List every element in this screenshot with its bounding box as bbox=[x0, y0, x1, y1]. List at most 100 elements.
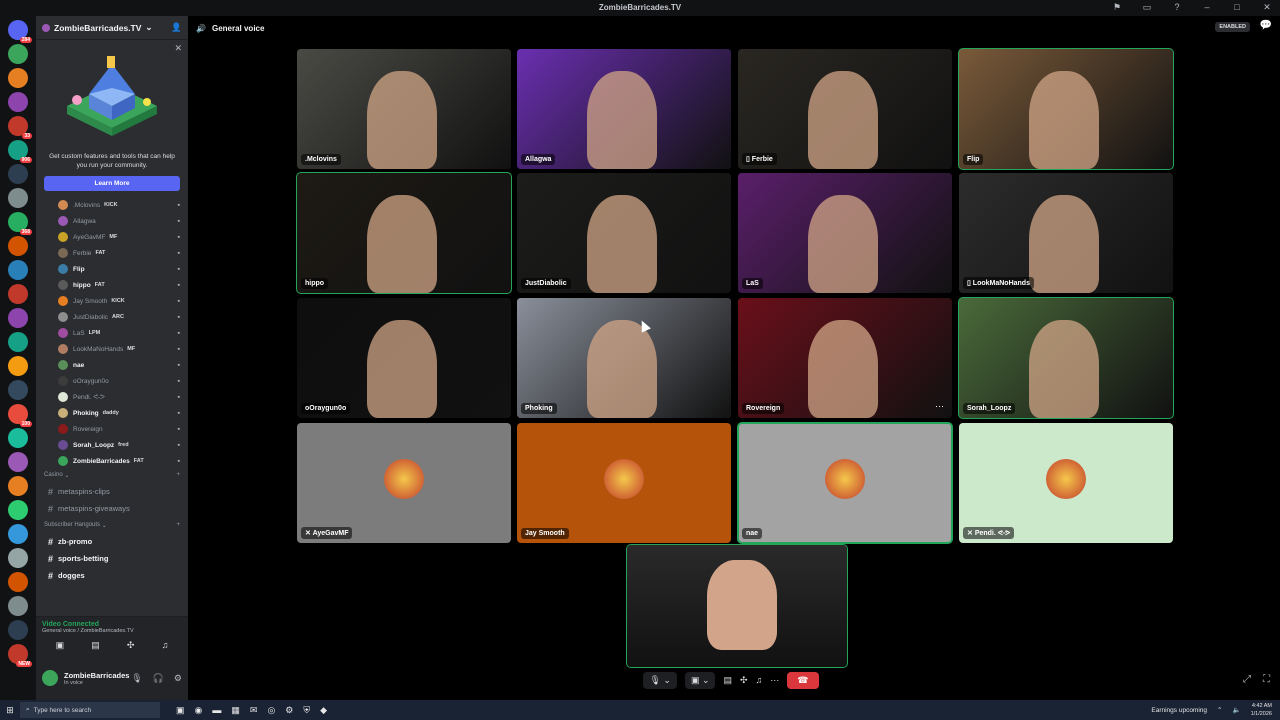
text-channel[interactable]: # metaspins-giveaways bbox=[36, 500, 188, 517]
voice-member[interactable]: Flip ▪ bbox=[36, 261, 188, 277]
add-channel-icon[interactable]: + bbox=[176, 522, 180, 528]
weather-label[interactable]: Earnings upcoming bbox=[1151, 707, 1207, 714]
server-icon[interactable] bbox=[8, 476, 28, 496]
server-icon[interactable] bbox=[8, 44, 28, 64]
close-icon[interactable]: ✕ bbox=[174, 43, 182, 54]
disconnect-button[interactable]: ☎ bbox=[787, 671, 819, 689]
text-channel[interactable]: # zb-promo bbox=[36, 533, 188, 550]
voice-member[interactable]: Allagwa ▪ bbox=[36, 213, 188, 229]
chevron-up-icon[interactable]: ⌃ bbox=[1217, 706, 1222, 714]
server-icon[interactable] bbox=[8, 548, 28, 568]
participant-tile[interactable]: nae bbox=[737, 422, 953, 544]
channel-category[interactable]: Casino ⌄ + bbox=[36, 467, 188, 483]
voice-member[interactable]: nae ▪ bbox=[36, 357, 188, 373]
gear-icon[interactable]: ⚙ bbox=[174, 673, 182, 684]
voice-member[interactable]: LookMaNoHands MF ▪ bbox=[36, 341, 188, 357]
voice-member[interactable]: JustDiabolic ARC ▪ bbox=[36, 309, 188, 325]
server-icon[interactable] bbox=[8, 68, 28, 88]
discord-icon[interactable]: ◆ bbox=[320, 705, 327, 716]
participant-tile[interactable]: oOraygun0o bbox=[297, 298, 511, 418]
self-video-tile[interactable] bbox=[626, 544, 848, 668]
participant-tile[interactable]: Rovereign ⋯ bbox=[738, 298, 952, 418]
windows-start-icon[interactable]: ⊞ bbox=[0, 705, 20, 716]
server-icon[interactable] bbox=[8, 572, 28, 592]
shield-icon[interactable]: ⛨ bbox=[303, 705, 310, 716]
camera-icon[interactable]: ▣ bbox=[56, 640, 65, 651]
fullscreen-icon[interactable]: ⛶ bbox=[1263, 674, 1270, 685]
voice-member[interactable]: .Mclovins KICK ▪ bbox=[36, 197, 188, 213]
microphone-icon[interactable]: 🎙 bbox=[131, 673, 142, 684]
server-icon[interactable] bbox=[8, 92, 28, 112]
server-icon[interactable] bbox=[8, 164, 28, 184]
server-header[interactable]: ZombieBarricades.TV ⌄ 👤 bbox=[36, 16, 188, 40]
voice-member[interactable]: Sorah_Loopz fred ▪ bbox=[36, 437, 188, 453]
screen-share-button[interactable]: ▤ bbox=[723, 675, 732, 686]
server-icon[interactable] bbox=[8, 236, 28, 256]
text-channel[interactable]: # dogges bbox=[36, 567, 188, 584]
steam-icon[interactable]: ⚙ bbox=[285, 705, 293, 716]
participant-tile[interactable]: ✕ Pendi. ᕙ-ᕗ bbox=[959, 423, 1173, 543]
participant-tile[interactable]: ▯ Ferbie bbox=[738, 49, 952, 169]
voice-member[interactable]: Jay Smooth KICK ▪ bbox=[36, 293, 188, 309]
activities-button[interactable]: ✣ bbox=[740, 675, 748, 686]
voice-member[interactable]: Rovereign ▪ bbox=[36, 421, 188, 437]
participant-tile[interactable]: Jay Smooth bbox=[517, 423, 731, 543]
activities-icon[interactable]: ✣ bbox=[127, 640, 135, 651]
server-icon[interactable]: 33 bbox=[8, 116, 32, 139]
text-channel[interactable]: # sports-betting bbox=[36, 550, 188, 567]
server-icon[interactable] bbox=[8, 260, 28, 280]
server-icon[interactable] bbox=[8, 188, 28, 208]
enabled-badge[interactable]: ENABLED bbox=[1215, 22, 1250, 32]
popout-icon[interactable]: ⤢ bbox=[1243, 674, 1251, 685]
close-window-button[interactable]: ✕ bbox=[1260, 2, 1274, 13]
voice-member[interactable]: LaS LPM ▪ bbox=[36, 325, 188, 341]
server-icon[interactable] bbox=[8, 620, 28, 640]
maximize-button[interactable]: □ bbox=[1230, 2, 1244, 13]
task-view-icon[interactable]: ▣ bbox=[176, 705, 185, 716]
help-icon[interactable]: ? bbox=[1170, 2, 1184, 13]
channel-category[interactable]: Subscriber Hangouts ⌄ + bbox=[36, 517, 188, 533]
screen-share-icon[interactable]: ▤ bbox=[91, 640, 100, 651]
server-icon[interactable]: 368 bbox=[8, 212, 32, 235]
server-icon[interactable] bbox=[8, 380, 28, 400]
participant-tile[interactable]: ✕ AyeGavMF bbox=[297, 423, 511, 543]
participant-tile[interactable]: Phoking bbox=[517, 298, 731, 418]
soundboard-button[interactable]: ♫ bbox=[756, 675, 763, 685]
participant-tile[interactable]: Flip bbox=[958, 48, 1174, 170]
voice-member[interactable]: oOraygun0o ▪ bbox=[36, 373, 188, 389]
voice-member[interactable]: Pendi. ᕙ-ᕗ ▪ bbox=[36, 389, 188, 405]
mail-icon[interactable]: ✉ bbox=[250, 705, 258, 716]
participant-tile[interactable]: .Mclovins bbox=[297, 49, 511, 169]
more-options-icon[interactable]: ⋯ bbox=[935, 401, 944, 412]
volume-icon[interactable]: 🔈 bbox=[1232, 706, 1240, 714]
monitor-icon[interactable]: ▭ bbox=[1140, 2, 1154, 13]
voice-member[interactable]: AyeGavMF MF ▪ bbox=[36, 229, 188, 245]
server-icon[interactable] bbox=[8, 284, 28, 304]
participant-tile[interactable]: Sorah_Loopz bbox=[958, 297, 1174, 419]
server-icon[interactable] bbox=[8, 308, 28, 328]
participant-tile[interactable]: JustDiabolic bbox=[517, 173, 731, 293]
add-member-icon[interactable]: 👤 bbox=[171, 22, 182, 33]
headphones-icon[interactable]: 🎧 bbox=[153, 673, 164, 684]
server-icon[interactable] bbox=[8, 356, 28, 376]
taskbar-search[interactable]: ⌕ Type here to search bbox=[20, 702, 160, 718]
voice-member[interactable]: hippo FAT ▪ bbox=[36, 277, 188, 293]
edge-icon[interactable]: ◉ bbox=[195, 705, 203, 716]
avatar[interactable] bbox=[42, 670, 58, 686]
inbox-icon[interactable]: ⚑ bbox=[1110, 2, 1124, 13]
voice-member[interactable]: Ferbie FAT ▪ bbox=[36, 245, 188, 261]
chat-icon[interactable]: 💬 bbox=[1260, 20, 1272, 31]
server-icon[interactable] bbox=[8, 596, 28, 616]
server-icon[interactable] bbox=[8, 500, 28, 520]
server-icon[interactable]: NEW bbox=[8, 644, 32, 667]
learn-more-button[interactable]: Learn More bbox=[44, 176, 180, 191]
server-icon[interactable] bbox=[8, 428, 28, 448]
server-icon[interactable]: 284 bbox=[8, 20, 32, 43]
text-channel[interactable]: # metaspins-clips bbox=[36, 483, 188, 500]
server-icon[interactable]: 906 bbox=[8, 140, 32, 163]
participant-tile[interactable]: ▯ LookMaNoHands bbox=[959, 173, 1173, 293]
voice-member[interactable]: ZombieBarricades FAT ▪ bbox=[36, 453, 188, 467]
minimize-button[interactable]: – bbox=[1200, 2, 1214, 13]
store-icon[interactable]: ▦ bbox=[231, 705, 240, 716]
participant-tile[interactable]: Allagwa bbox=[517, 49, 731, 169]
